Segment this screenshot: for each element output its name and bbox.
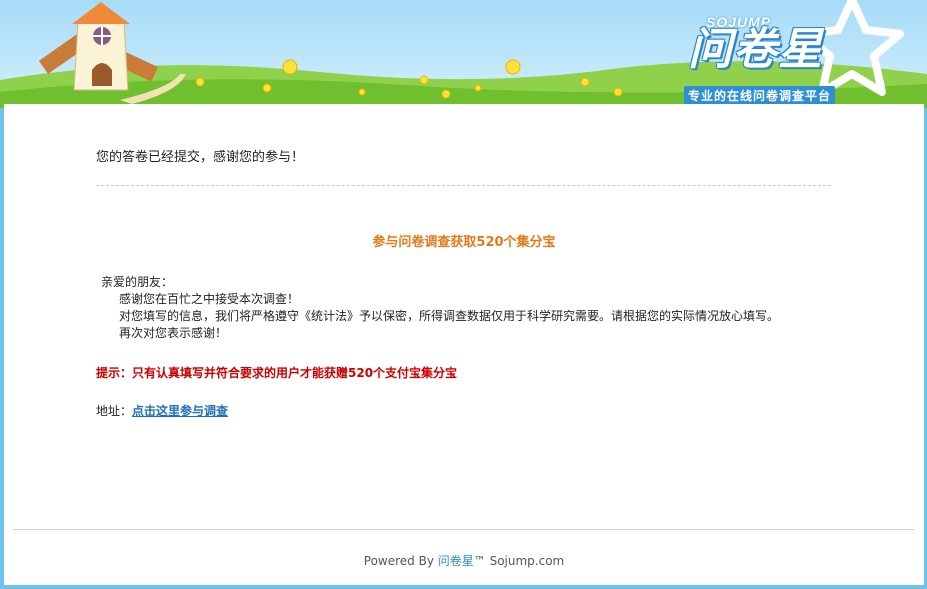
promo-title: 参与问卷调查获取520个集分宝 <box>372 235 556 250</box>
main-panel: 您的答卷已经提交，感谢您的参与！ 参与问卷调查获取520个集分宝 亲爱的朋友： … <box>4 104 924 585</box>
tip-message: 提示：只有认真填写并符合要求的用户才能获赠520个支付宝集分宝 <box>96 366 458 380</box>
logo-wenjuanxing: 问卷星 <box>688 24 823 75</box>
dashed-divider <box>96 185 831 186</box>
header-banner: SOJUMP 问卷星 专业的在线问卷调查平台 <box>0 0 927 108</box>
logo-slogan: 专业的在线问卷调查平台 <box>684 86 836 106</box>
survey-link[interactable]: 点击这里参与调查 <box>132 404 228 418</box>
letter-line: 感谢您在百忙之中接受本次调查！ <box>119 292 300 306</box>
letter-line: 再次对您表示感谢！ <box>119 326 228 340</box>
greeting: 亲爱的朋友： <box>101 275 174 289</box>
footer-suffix: ™ Sojump.com <box>473 554 565 568</box>
address-row: 地址：点击这里参与调查 <box>96 402 228 419</box>
thanks-message: 您的答卷已经提交，感谢您的参与！ <box>96 150 305 165</box>
footer: Powered By 问卷星™ Sojump.com <box>4 552 924 569</box>
address-label: 地址： <box>96 404 133 418</box>
letter-body: 亲爱的朋友： 感谢您在百忙之中接受本次调查！ 对您填写的信息，我们将严格遵守《统… <box>101 274 779 342</box>
footer-divider <box>13 529 914 530</box>
footer-brand-link[interactable]: 问卷星 <box>438 554 474 568</box>
letter-line: 对您填写的信息，我们将严格遵守《统计法》予以保密，所得调查数据仅用于科学研究需要… <box>119 309 780 323</box>
footer-prefix: Powered By <box>363 554 438 568</box>
